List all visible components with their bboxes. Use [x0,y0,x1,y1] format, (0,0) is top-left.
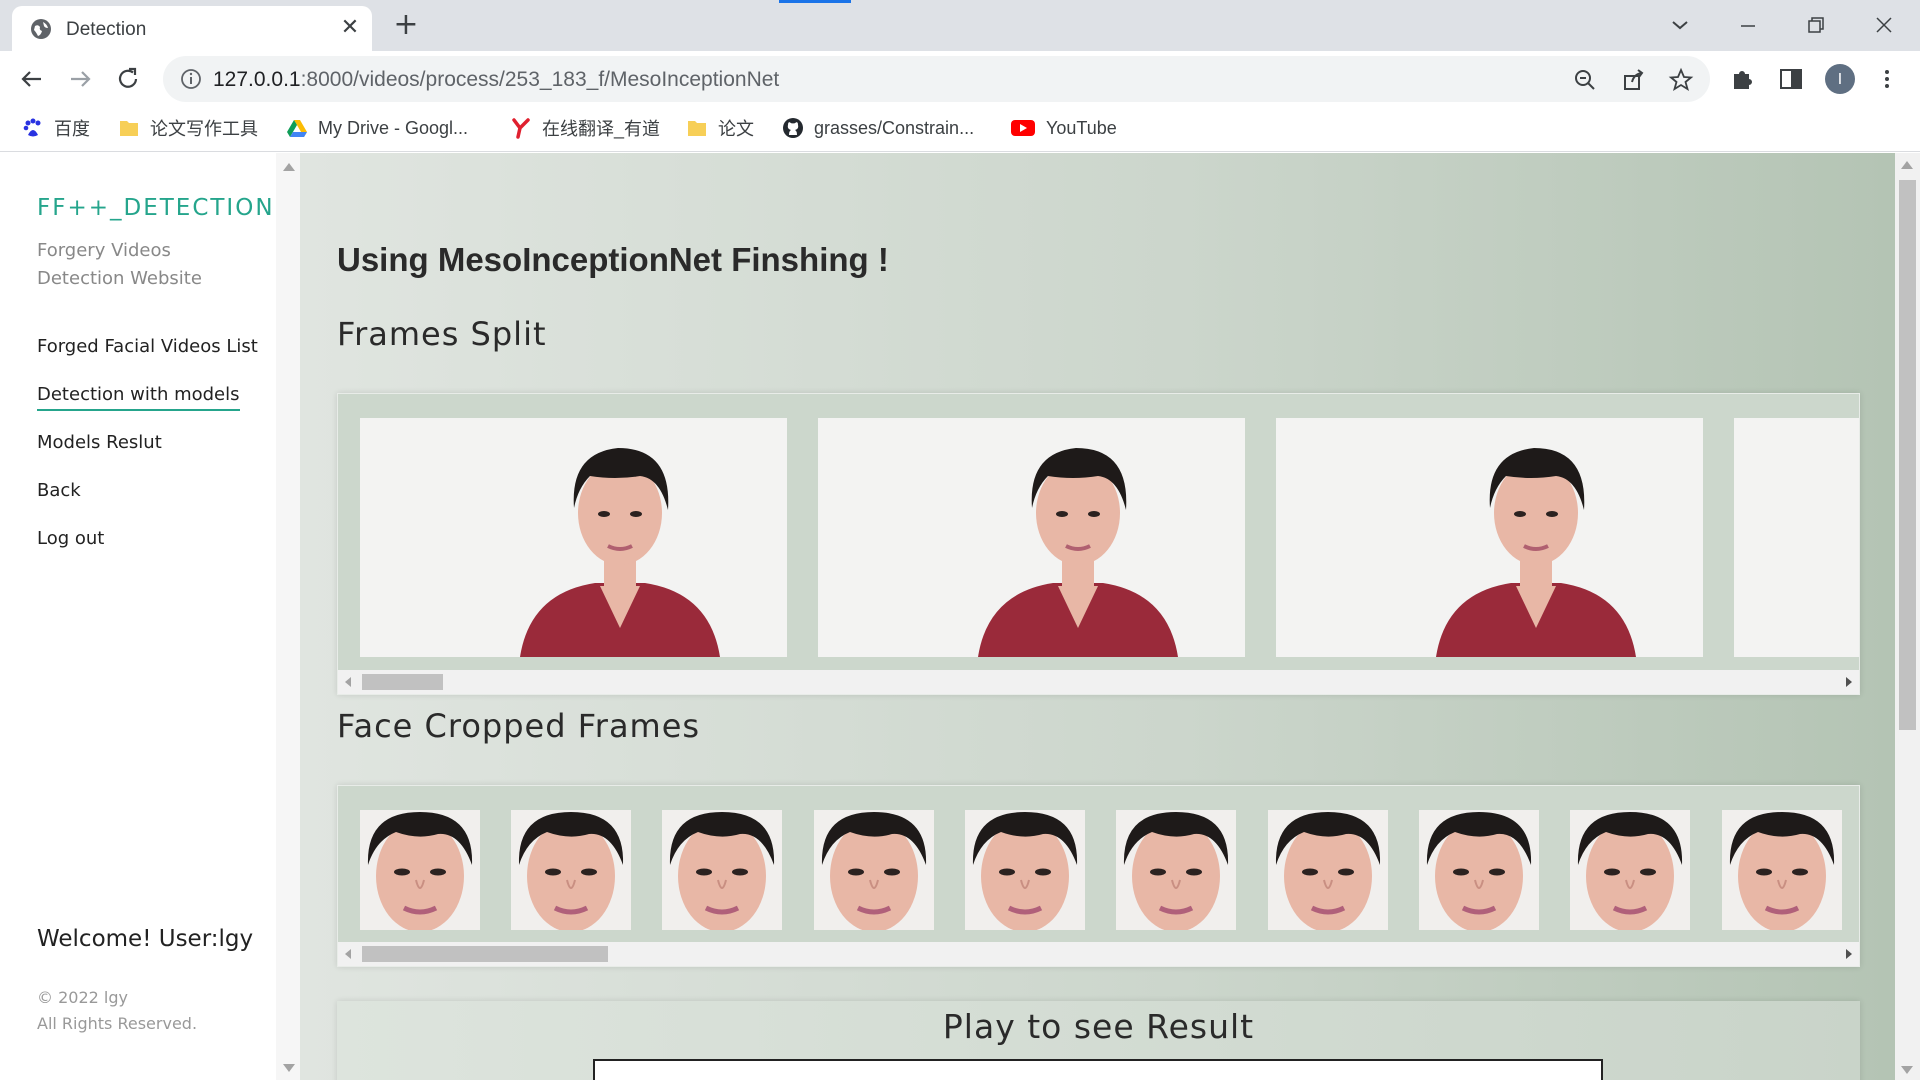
reload-icon[interactable] [113,64,143,94]
browser-toolbar: 127.0.0.1:8000/videos/process/253_183_f/… [0,51,1920,106]
tab-loading-indicator [779,0,851,3]
baidu-icon [23,118,41,137]
page-scrollbar[interactable] [1895,153,1920,1080]
address-bar[interactable]: 127.0.0.1:8000/videos/process/253_183_f/… [163,56,1710,102]
result-panel: Play to see Result [337,1001,1860,1080]
scroll-up-arrow-icon[interactable] [283,163,295,171]
bookmark-folder-papers[interactable]: 论文 [686,114,754,142]
page-content: FF++_DETECTION Forgery Videos Detection … [0,153,1920,1080]
bookmark-label: grasses/Constrain... [814,117,975,138]
face-cropped-heading: Face Cropped Frames [337,707,701,745]
youtube-icon [1011,120,1035,136]
extensions-puzzle-icon[interactable] [1728,64,1758,94]
sidebar-scrollbar[interactable] [276,153,300,1080]
tab-title: Detection [66,19,147,40]
scroll-right-arrow-icon[interactable] [1846,677,1852,687]
site-subtitle: Forgery Videos Detection Website [37,240,202,289]
frames-horizontal-scrollbar[interactable] [338,670,1859,694]
nav-back[interactable]: Back [37,480,81,501]
bookmark-github[interactable]: grasses/Constrain... [782,114,974,142]
video-frame [1734,418,1859,657]
face-crop [511,810,631,930]
browser-tab-detection[interactable]: Detection ✕ [12,6,372,51]
tab-close-icon[interactable]: ✕ [337,15,363,41]
bookmark-star-icon[interactable] [1668,67,1694,93]
face-cropped-gallery[interactable] [337,785,1860,967]
youdao-icon [512,118,530,139]
face-crop [360,810,480,930]
scroll-down-arrow-icon[interactable] [283,1064,295,1072]
bookmark-label: 百度 [54,119,90,139]
close-window-icon[interactable] [1867,8,1901,42]
new-tab-button[interactable]: + [389,8,423,42]
copyright-line: © 2022 lgy [37,988,128,1007]
face-crop [1722,810,1842,930]
scroll-left-arrow-icon[interactable] [345,677,351,687]
face-crop [814,810,934,930]
video-frame [1276,418,1703,657]
restore-icon[interactable] [1799,8,1833,42]
frames-split-gallery[interactable] [337,393,1860,695]
zoom-out-icon[interactable] [1572,67,1598,93]
welcome-message: Welcome! User:lgy [37,926,254,952]
profile-avatar[interactable]: I [1825,64,1855,94]
bookmark-baidu[interactable]: 百度 [22,114,90,142]
browser-tab-strip: Detection ✕ + [0,0,1920,51]
page-title: Using MesoInceptionNet Finshing ! [337,241,889,278]
video-frame [360,418,787,657]
copyright: © 2022 lgy All Rights Reserved. [37,985,197,1037]
frames-split-heading: Frames Split [337,315,547,353]
tab-search-chevron-icon[interactable] [1663,8,1697,42]
back-arrow-icon[interactable] [17,64,47,94]
nav-forged-videos-list[interactable]: Forged Facial Videos List [37,336,258,357]
copyright-line: All Rights Reserved. [37,1014,198,1033]
sidebar: FF++_DETECTION Forgery Videos Detection … [0,153,276,1080]
bookmark-folder-writing-tools[interactable]: 论文写作工具 [118,114,258,142]
main-content: Using MesoInceptionNet Finshing ! Frames… [300,153,1895,1080]
forward-arrow-icon[interactable] [65,64,95,94]
folder-icon [688,121,706,136]
scroll-right-arrow-icon[interactable] [1846,949,1852,959]
scrollbar-thumb[interactable] [1899,180,1916,730]
bookmark-youdao[interactable]: 在线翻译_有道 [510,114,660,142]
bookmark-label: YouTube [1046,117,1117,138]
face-crop [1268,810,1388,930]
bookmark-label: 在线翻译_有道 [542,119,661,139]
bookmark-label: 论文 [718,119,754,139]
face-crop [1116,810,1236,930]
face-crop [1570,810,1690,930]
face-crop [965,810,1085,930]
github-icon [783,118,803,138]
bookmark-label: My Drive - Googl... [318,117,469,138]
result-heading: Play to see Result [942,1007,1255,1046]
bookmark-label: 论文写作工具 [150,119,258,139]
result-video-player[interactable] [593,1059,1603,1080]
nav-detection-with-models[interactable]: Detection with models [37,384,240,411]
scroll-up-arrow-icon[interactable] [1901,161,1913,169]
folder-icon [120,121,138,136]
globe-icon [31,19,51,39]
faces-horizontal-scrollbar[interactable] [338,942,1859,966]
google-drive-icon [287,120,307,137]
bookmark-google-drive[interactable]: My Drive - Googl... [286,114,468,142]
site-brand[interactable]: FF++_DETECTION [37,195,275,221]
share-icon[interactable] [1620,67,1646,93]
face-crop [662,810,782,930]
scrollbar-thumb[interactable] [362,946,608,962]
scrollbar-thumb[interactable] [362,674,443,690]
video-frame [818,418,1245,657]
url-text: 127.0.0.1:8000/videos/process/253_183_f/… [213,68,780,91]
scroll-left-arrow-icon[interactable] [345,949,351,959]
bookmarks-bar: 百度 论文写作工具 My Drive - Googl... 在线翻译_有道 论文… [0,106,1920,152]
nav-models-result[interactable]: Models Reslut [37,432,162,453]
side-panel-icon[interactable] [1776,64,1806,94]
face-crop [1419,810,1539,930]
bookmark-youtube[interactable]: YouTube [1010,114,1117,142]
scroll-down-arrow-icon[interactable] [1901,1066,1913,1074]
nav-log-out[interactable]: Log out [37,528,104,549]
minimize-icon[interactable] [1731,8,1765,42]
site-info-icon[interactable] [179,67,203,91]
menu-kebab-icon[interactable] [1872,64,1902,94]
